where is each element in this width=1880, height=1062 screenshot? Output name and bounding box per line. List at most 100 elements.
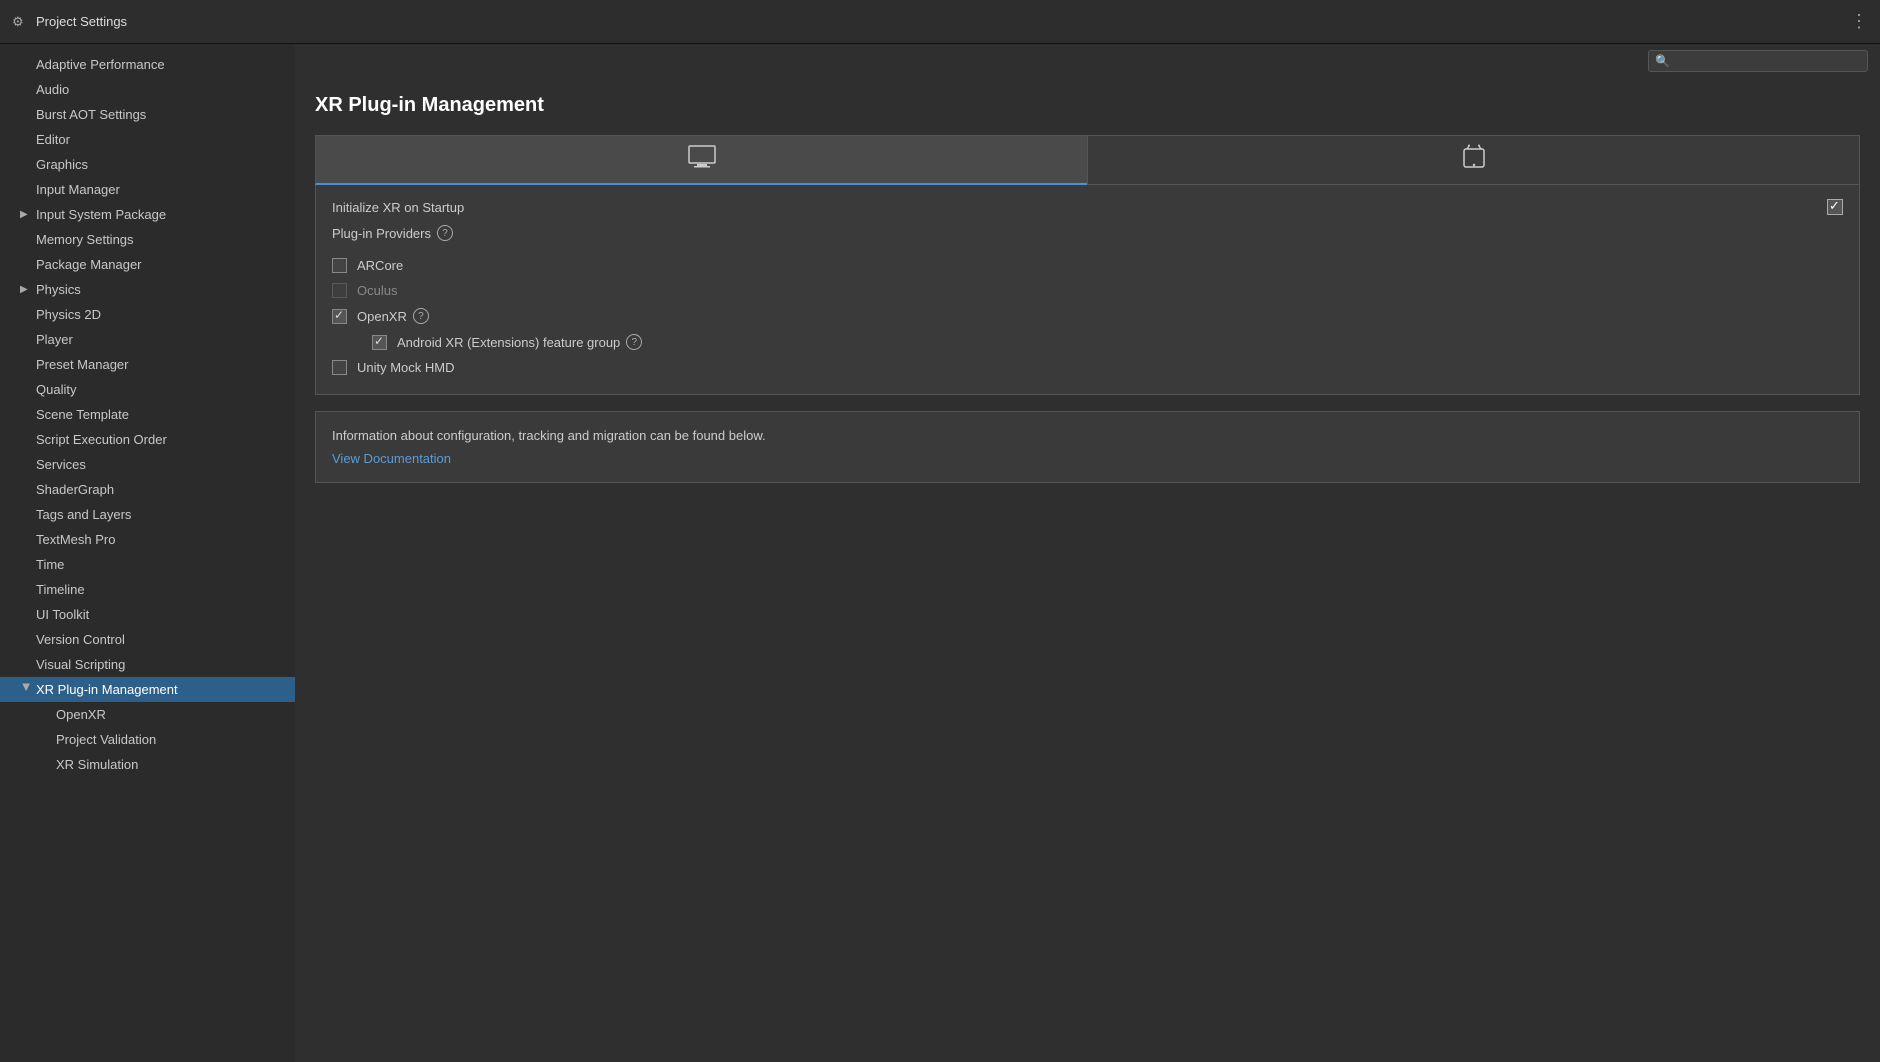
provider-row-arcore: ARCore [332, 253, 1843, 278]
providers-header: Plug-in Providers ? [332, 225, 1843, 241]
platform-tab-desktop[interactable] [315, 135, 1087, 185]
sidebar-item-package-manager[interactable]: Package Manager [0, 252, 295, 277]
sidebar-item-label: Time [36, 557, 64, 572]
menu-dots-button[interactable]: ⋮ [1850, 11, 1868, 32]
sidebar-item-editor[interactable]: Editor [0, 127, 295, 152]
sidebar-item-label: Burst AOT Settings [36, 107, 146, 122]
providers-list: ARCoreOculusOpenXR?Android XR (Extension… [332, 253, 1843, 380]
sidebar-item-tags-and-layers[interactable]: Tags and Layers [0, 502, 295, 527]
sidebar-item-xr-plugin-management[interactable]: ▶ XR Plug-in Management [0, 677, 295, 702]
gear-icon: ⚙ [12, 14, 28, 30]
initialize-xr-row: Initialize XR on Startup [332, 199, 1843, 215]
sidebar-item-services[interactable]: Services [0, 452, 295, 477]
sidebar-item-visual-scripting[interactable]: Visual Scripting [0, 652, 295, 677]
arrow-icon: ▶ [20, 209, 32, 220]
sidebar-item-xr-simulation[interactable]: XR Simulation [0, 752, 295, 777]
sidebar-item-label: XR Simulation [56, 757, 138, 772]
search-bar: 🔍 [295, 44, 1880, 78]
sidebar-item-label: Scene Template [36, 407, 129, 422]
sidebar-item-label: Package Manager [36, 257, 142, 272]
sidebar-item-label: Player [36, 332, 73, 347]
sidebar-item-label: Graphics [36, 157, 88, 172]
provider-row-openxr: OpenXR? [332, 303, 1843, 329]
provider-row-android-xr-extensions: Android XR (Extensions) feature group? [332, 329, 1843, 355]
sidebar-item-label: Input Manager [36, 182, 120, 197]
sidebar-item-textmesh-pro[interactable]: TextMesh Pro [0, 527, 295, 552]
sidebar-item-label: Memory Settings [36, 232, 134, 247]
main-layout: Adaptive Performance Audio Burst AOT Setti… [0, 44, 1880, 1062]
sidebar-item-label: XR Plug-in Management [36, 682, 178, 697]
sidebar-item-script-execution-order[interactable]: Script Execution Order [0, 427, 295, 452]
sidebar-item-label: UI Toolkit [36, 607, 89, 622]
sidebar-item-label: Preset Manager [36, 357, 129, 372]
providers-label: Plug-in Providers [332, 226, 431, 241]
sidebar-item-label: TextMesh Pro [36, 532, 115, 547]
sidebar-item-label: Physics 2D [36, 307, 101, 322]
sidebar-item-player[interactable]: Player [0, 327, 295, 352]
provider-label-arcore: ARCore [357, 258, 403, 273]
desktop-icon [688, 145, 716, 175]
providers-help-icon[interactable]: ? [437, 225, 453, 241]
android-icon [1463, 143, 1485, 177]
sidebar-item-label: Project Validation [56, 732, 156, 747]
sidebar-item-label: Script Execution Order [36, 432, 167, 447]
sidebar-item-timeline[interactable]: Timeline [0, 577, 295, 602]
sidebar-item-time[interactable]: Time [0, 552, 295, 577]
initialize-xr-checkbox[interactable] [1827, 199, 1843, 215]
sidebar-item-physics-2d[interactable]: Physics 2D [0, 302, 295, 327]
sidebar-item-label: Tags and Layers [36, 507, 131, 522]
content-area: 🔍 XR Plug-in Management Initial [295, 44, 1880, 1062]
sidebar-item-label: Editor [36, 132, 70, 147]
sidebar-item-burst-aot-settings[interactable]: Burst AOT Settings [0, 102, 295, 127]
sidebar-item-audio[interactable]: Audio [0, 77, 295, 102]
sidebar-item-label: Input System Package [36, 207, 166, 222]
search-input[interactable] [1648, 50, 1868, 72]
sidebar-item-version-control[interactable]: Version Control [0, 627, 295, 652]
provider-row-oculus: Oculus [332, 278, 1843, 303]
page-content: XR Plug-in Management Initialize XR on S… [295, 78, 1880, 1062]
search-wrapper: 🔍 [1648, 50, 1868, 72]
sidebar-item-adaptive-performance[interactable]: Adaptive Performance [0, 52, 295, 77]
sidebar-item-scene-template[interactable]: Scene Template [0, 402, 295, 427]
provider-checkbox-arcore[interactable] [332, 258, 347, 273]
provider-checkbox-unity-mock-hmd[interactable] [332, 360, 347, 375]
sidebar-item-openxr[interactable]: OpenXR [0, 702, 295, 727]
settings-panel: Initialize XR on Startup Plug-in Provide… [315, 185, 1860, 395]
sidebar-item-label: Version Control [36, 632, 125, 647]
info-text: Information about configuration, trackin… [332, 428, 1843, 443]
platform-tab-android[interactable] [1087, 135, 1860, 185]
initialize-xr-label: Initialize XR on Startup [332, 200, 1827, 215]
sidebar-item-input-system-package[interactable]: ▶ Input System Package [0, 202, 295, 227]
search-icon: 🔍 [1655, 54, 1670, 68]
provider-help-icon-openxr[interactable]: ? [413, 308, 429, 324]
page-title: XR Plug-in Management [315, 94, 1860, 117]
sidebar-item-ui-toolkit[interactable]: UI Toolkit [0, 602, 295, 627]
sidebar-item-project-validation[interactable]: Project Validation [0, 727, 295, 752]
sidebar-item-graphics[interactable]: Graphics [0, 152, 295, 177]
provider-checkbox-android-xr-extensions[interactable] [372, 335, 387, 350]
sidebar-item-label: ShaderGraph [36, 482, 114, 497]
title-bar: ⚙ Project Settings ⋮ [0, 0, 1880, 44]
provider-label-openxr: OpenXR [357, 309, 407, 324]
platform-tabs [315, 135, 1860, 185]
sidebar-item-label: Visual Scripting [36, 657, 125, 672]
sidebar-item-label: Quality [36, 382, 76, 397]
sidebar-item-quality[interactable]: Quality [0, 377, 295, 402]
provider-checkbox-openxr[interactable] [332, 309, 347, 324]
sidebar-item-label: OpenXR [56, 707, 106, 722]
arrow-icon: ▶ [20, 284, 32, 295]
sidebar-item-shader-graph[interactable]: ShaderGraph [0, 477, 295, 502]
sidebar-item-physics[interactable]: ▶ Physics [0, 277, 295, 302]
sidebar-item-memory-settings[interactable]: Memory Settings [0, 227, 295, 252]
sidebar-item-label: Services [36, 457, 86, 472]
sidebar: Adaptive Performance Audio Burst AOT Setti… [0, 44, 295, 1062]
provider-label-oculus: Oculus [357, 283, 397, 298]
provider-help-icon-android-xr-extensions[interactable]: ? [626, 334, 642, 350]
arrow-icon: ▶ [21, 684, 32, 696]
sidebar-item-label: Audio [36, 82, 69, 97]
sidebar-item-label: Adaptive Performance [36, 57, 165, 72]
sidebar-item-preset-manager[interactable]: Preset Manager [0, 352, 295, 377]
sidebar-item-input-manager[interactable]: Input Manager [0, 177, 295, 202]
sidebar-item-label: Physics [36, 282, 81, 297]
view-documentation-link[interactable]: View Documentation [332, 451, 451, 466]
